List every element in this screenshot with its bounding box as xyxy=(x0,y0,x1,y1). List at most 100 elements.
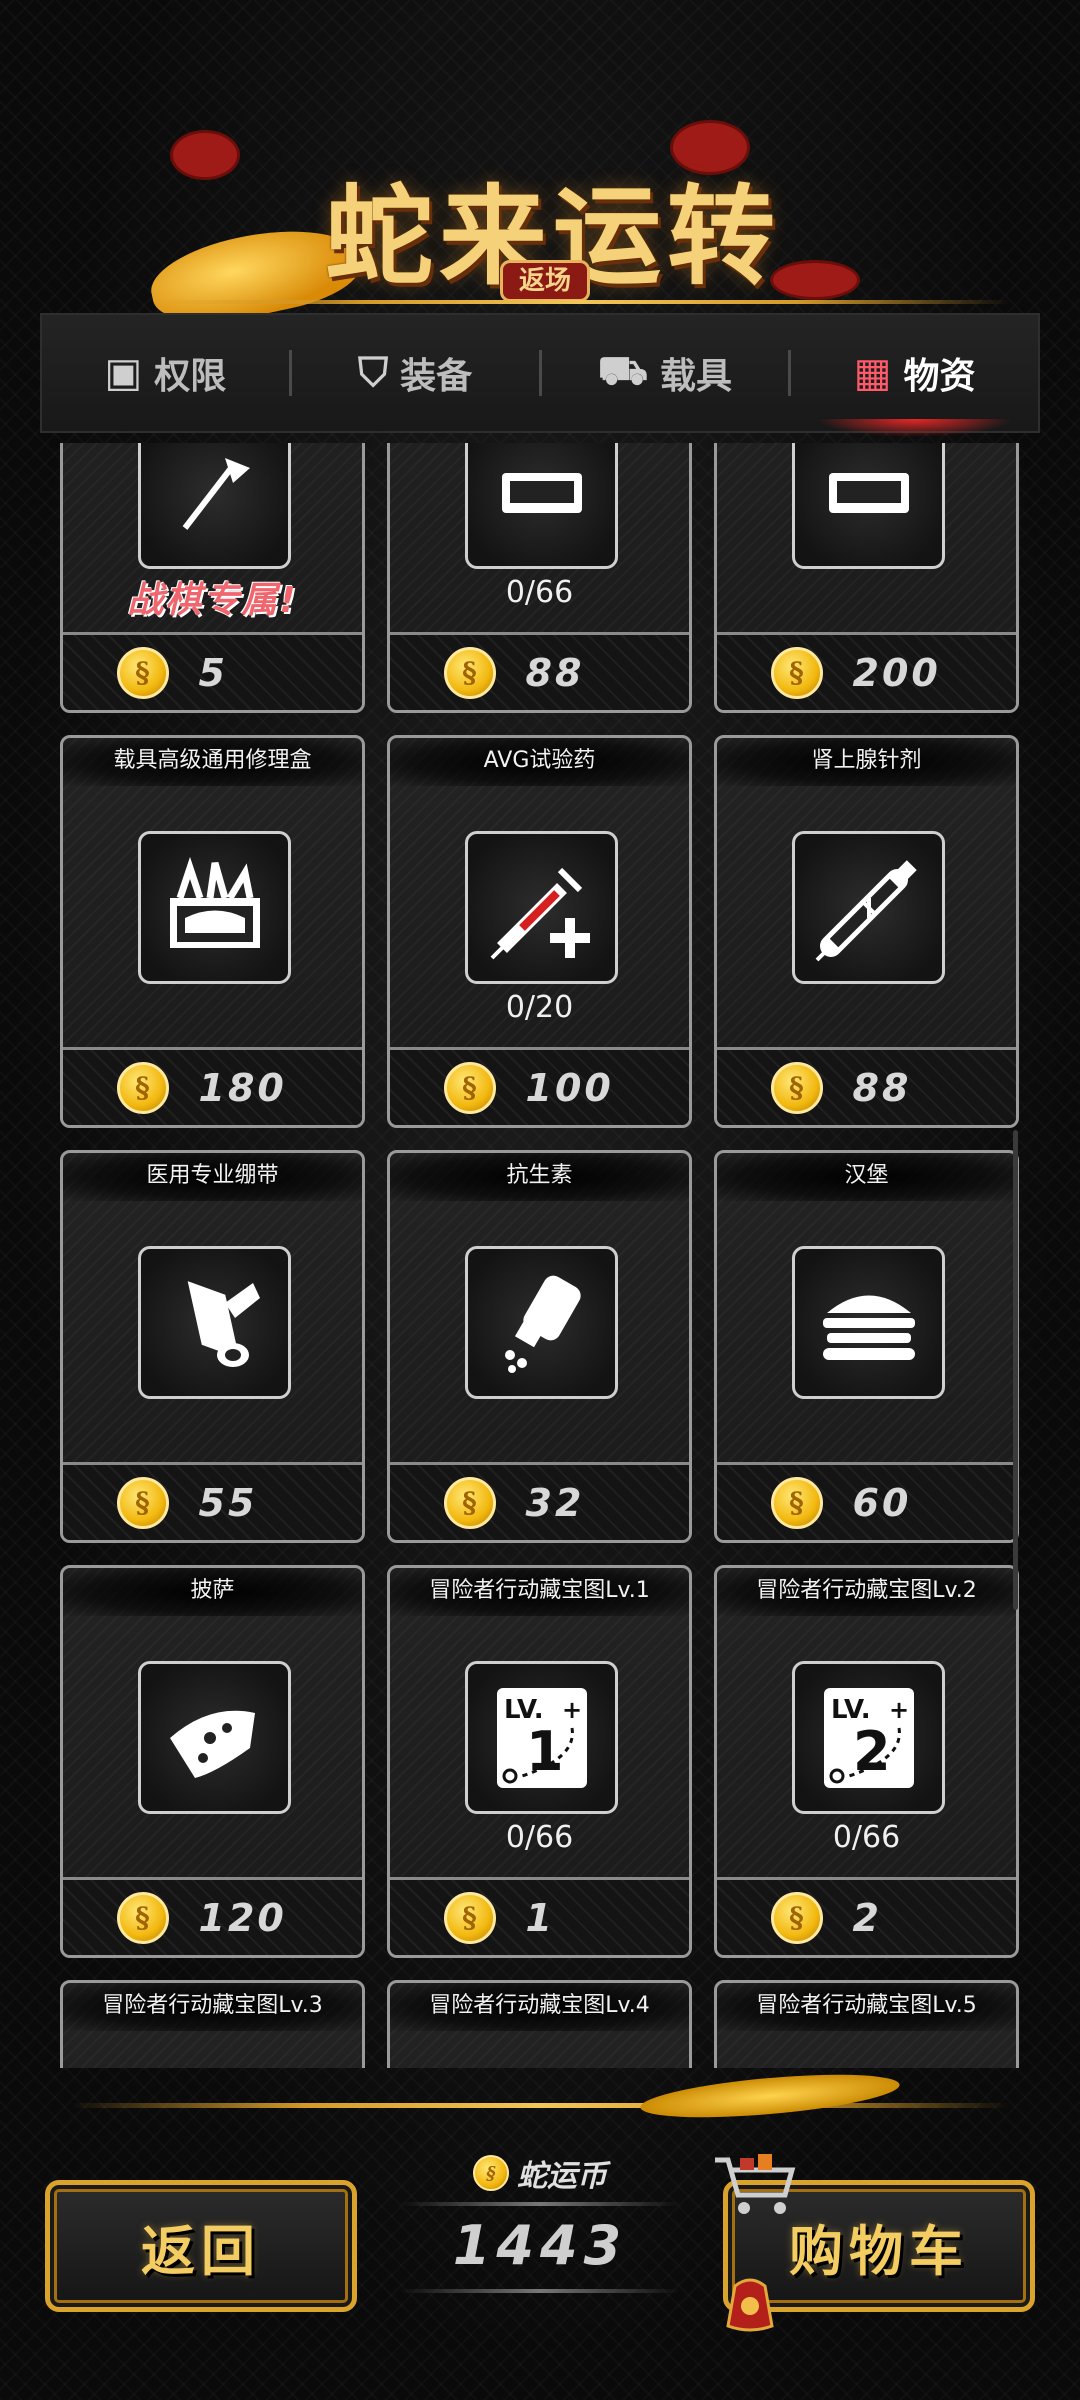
shop-item-card[interactable]: 0/66 § 88 xyxy=(387,443,692,713)
coin-icon: § xyxy=(116,1061,169,1114)
shop-item-card[interactable]: 医用专业绷带 § 55 xyxy=(60,1150,365,1543)
item-price-bar: § 55 xyxy=(63,1462,362,1540)
coin-icon: § xyxy=(770,1476,823,1529)
tab-label: 物资 xyxy=(903,356,976,397)
tab-vehicles[interactable]: ⛟ 载具 xyxy=(542,315,789,431)
shop-item-card[interactable]: 冒险者行动藏宝图Lv.4LV.+4§ xyxy=(387,1980,692,2068)
svg-text:2: 2 xyxy=(853,1720,891,1783)
boxes-icon: ▣ xyxy=(104,350,143,396)
tab-label: 权限 xyxy=(154,356,227,397)
item-price-bar: § 32 xyxy=(390,1462,689,1540)
currency-label: 蛇运币 xyxy=(517,2159,607,2194)
item-price: 2 xyxy=(852,1895,882,1940)
back-button[interactable]: 返回 xyxy=(45,2180,357,2312)
cloud-decoration xyxy=(770,260,860,300)
item-price: 88 xyxy=(525,650,585,695)
tab-equipment[interactable]: ⛉ 装备 xyxy=(292,315,539,431)
item-stock: 0/20 xyxy=(505,990,574,1025)
cart-button-label: 购物车 xyxy=(789,2218,969,2283)
bottom-divider xyxy=(70,2103,1010,2108)
shop-item-card[interactable]: 冒险者行动藏宝图Lv.5LV.+5§ xyxy=(714,1980,1019,2068)
coin-icon: § xyxy=(443,1476,496,1529)
item-name: 载具高级通用修理盒 xyxy=(63,738,362,786)
item-name: 抗生素 xyxy=(390,1153,689,1201)
pizza-icon xyxy=(138,1661,291,1814)
shield-knife-icon: ⛉ xyxy=(358,350,389,396)
shop-item-card[interactable]: 肾上腺针剂 § 88 xyxy=(714,735,1019,1128)
scrollbar[interactable] xyxy=(1013,1130,1018,1610)
toolbox-icon xyxy=(138,831,291,984)
tab-label: 装备 xyxy=(400,356,473,397)
shop-item-card[interactable]: AVG试验药 0/20 § 100 xyxy=(387,735,692,1128)
shop-item-card[interactable]: 战棋专属! § 5 xyxy=(60,443,365,713)
item-stock: 0/66 xyxy=(505,575,574,610)
tab-permissions[interactable]: ▣ 权限 xyxy=(42,315,289,431)
item-name: 冒险者行动藏宝图Lv.1 xyxy=(390,1568,689,1616)
flag-icon xyxy=(138,443,291,569)
coin-icon: § xyxy=(770,1891,823,1944)
item-name: 冒险者行动藏宝图Lv.4 xyxy=(390,1983,689,2031)
shopping-cart-icon xyxy=(715,2154,796,2214)
svg-text:1: 1 xyxy=(526,1720,564,1783)
item-price-bar: § 5 xyxy=(63,632,362,710)
item-price-bar: § 120 xyxy=(63,1877,362,1955)
injector-icon xyxy=(792,831,945,984)
shop-item-card[interactable]: 冒险者行动藏宝图Lv.3LV.+3§ xyxy=(60,1980,365,2068)
banner-divider xyxy=(150,300,1010,304)
item-name: 汉堡 xyxy=(717,1153,1016,1201)
item-exclusive-tag: 战棋专属! xyxy=(127,580,298,621)
item-name: AVG试验药 xyxy=(390,738,689,786)
supply-kit-icon: ▦ xyxy=(853,350,892,396)
shop-item-card[interactable]: 冒险者行动藏宝图Lv.2 LV. +2 0/66 § 2 xyxy=(714,1565,1019,1958)
shop-item-list[interactable]: 战棋专属! § 5 0/66 § 88 § 200 载具高级通用修理盒 § 180 AVG试验药 0/2… xyxy=(40,443,1040,2068)
shop-item-card[interactable]: 载具高级通用修理盒 § 180 xyxy=(60,735,365,1128)
item-price-bar: § 88 xyxy=(717,1047,1016,1125)
item-price: 32 xyxy=(525,1480,585,1525)
item-price: 1 xyxy=(525,1895,555,1940)
item-icon xyxy=(792,443,945,569)
currency-display: § 蛇运币 1443 xyxy=(385,2150,695,2315)
coin-icon: § xyxy=(443,1061,496,1114)
shop-item-card[interactable]: § 200 xyxy=(714,443,1019,713)
map-lv1-icon: LV. +1 xyxy=(465,1661,618,1814)
coin-icon: § xyxy=(116,1891,169,1944)
item-price: 60 xyxy=(852,1480,912,1525)
coin-icon: § xyxy=(770,646,823,699)
coin-icon: § xyxy=(116,646,169,699)
coin-icon: § xyxy=(443,1891,496,1944)
cloud-decoration xyxy=(170,130,240,180)
item-price: 88 xyxy=(852,1065,912,1110)
svg-text:+: + xyxy=(889,1696,909,1724)
back-button-label: 返回 xyxy=(141,2218,261,2283)
category-tabs: ▣ 权限 ⛉ 装备 ⛟ 载具 ▦ 物资 xyxy=(40,313,1040,437)
tab-label: 载具 xyxy=(660,356,733,397)
item-price-bar: § 200 xyxy=(717,632,1016,710)
item-name: 医用专业绷带 xyxy=(63,1153,362,1201)
coin-icon: § xyxy=(443,646,496,699)
car-icon: ⛟ xyxy=(597,347,649,394)
shop-item-card[interactable]: 披萨 § 120 xyxy=(60,1565,365,1958)
shop-item-card[interactable]: 汉堡 § 60 xyxy=(714,1150,1019,1543)
item-stock: 0/66 xyxy=(832,1820,901,1855)
item-icon xyxy=(465,443,618,569)
map-lv2-icon: LV. +2 xyxy=(792,1661,945,1814)
currency-amount: 1443 xyxy=(452,2214,628,2277)
bandage-icon xyxy=(138,1246,291,1399)
syringe-plus-icon xyxy=(465,831,618,984)
pill-bottle-icon xyxy=(465,1246,618,1399)
item-stock: 0/66 xyxy=(505,1820,574,1855)
item-name: 冒险者行动藏宝图Lv.2 xyxy=(717,1568,1016,1616)
item-price-bar: § 180 xyxy=(63,1047,362,1125)
burger-icon xyxy=(792,1246,945,1399)
item-price-bar: § 100 xyxy=(390,1047,689,1125)
lucky-bag-icon xyxy=(726,2278,774,2332)
item-name: 冒险者行动藏宝图Lv.5 xyxy=(717,1983,1016,2031)
tab-supplies[interactable]: ▦ 物资 xyxy=(791,315,1038,437)
banner-subtitle: 返场 xyxy=(500,260,590,302)
item-name: 披萨 xyxy=(63,1568,362,1616)
item-price-bar: § 60 xyxy=(717,1462,1016,1540)
event-banner: 蛇来运转 返场 xyxy=(143,110,930,340)
shop-item-card[interactable]: 抗生素 § 32 xyxy=(387,1150,692,1543)
shop-item-card[interactable]: 冒险者行动藏宝图Lv.1 LV. +1 0/66 § 1 xyxy=(387,1565,692,1958)
coin-icon: § xyxy=(770,1061,823,1114)
